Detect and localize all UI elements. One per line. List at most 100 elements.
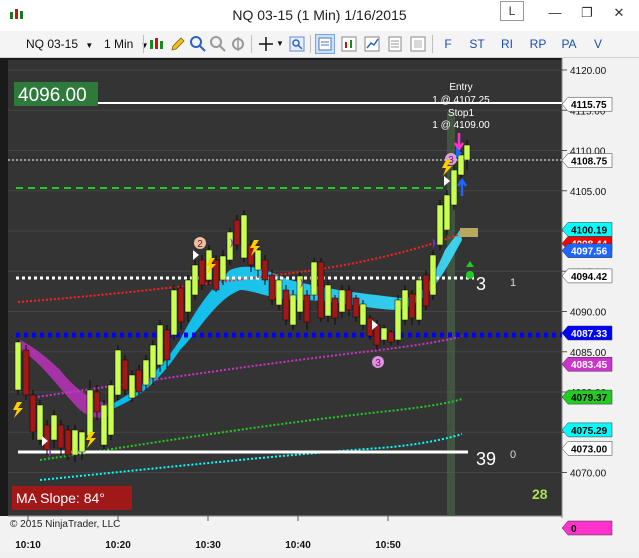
- crosshair-icon[interactable]: [257, 35, 275, 53]
- candle-body: [457, 154, 465, 176]
- candle-body: [380, 327, 388, 341]
- price-tag-label: 4083.45: [571, 360, 608, 371]
- price-chart-canvas[interactable]: 2 3 3 4096.00 Entry 1 @ 4107.25 Stop1 1 …: [0, 58, 639, 553]
- candle-body: [57, 424, 65, 449]
- candle-body: [142, 359, 150, 386]
- green-dot-icon: [466, 271, 474, 279]
- price-tag-label: 0: [571, 524, 577, 535]
- candle-body: [275, 279, 283, 306]
- candle-body: [149, 344, 157, 379]
- time-axis-label: 10:10: [15, 540, 41, 551]
- candle-body: [184, 279, 192, 313]
- time-axis-label: 10:40: [285, 540, 311, 551]
- toolbar-button-rp[interactable]: RP: [527, 34, 549, 54]
- price-tag-label: 4075.29: [571, 426, 608, 437]
- interval-selector[interactable]: 1 Min ▼: [104, 34, 149, 54]
- candle-body: [261, 259, 269, 281]
- bar-style-icon[interactable]: [148, 35, 166, 53]
- zoom-in-icon[interactable]: [189, 35, 207, 53]
- price-axis-label: 4070.00: [570, 469, 607, 480]
- properties-icon[interactable]: [386, 35, 404, 53]
- minimize-button[interactable]: —: [540, 2, 570, 24]
- toolbar-button-ri[interactable]: RI: [497, 34, 517, 54]
- candle-body: [170, 289, 178, 336]
- instrument-selector[interactable]: NQ 03-15 ▼: [26, 34, 93, 54]
- zoom-icon[interactable]: [288, 35, 306, 53]
- candle-body: [394, 299, 402, 341]
- price-axis-label: 4090.00: [570, 308, 607, 319]
- candle-body: [36, 404, 44, 441]
- time-axis-label: 10:50: [375, 540, 401, 551]
- price-tag-label: 4073.00: [571, 444, 608, 455]
- restore-button[interactable]: ❐: [572, 2, 602, 24]
- candle-body: [78, 431, 86, 453]
- candle-body: [268, 274, 276, 301]
- candle-body: [352, 297, 360, 318]
- price-tag-label: 4097.56: [571, 247, 608, 258]
- entry-label: Entry: [449, 82, 472, 93]
- candle-body: [50, 414, 58, 441]
- entry-detail: 1 @ 4107.25: [432, 95, 490, 106]
- toolbar-button-v[interactable]: V: [590, 34, 606, 54]
- candle-body: [359, 303, 367, 326]
- candle-body: [317, 261, 325, 319]
- candle-body: [408, 293, 416, 319]
- candle-body: [198, 259, 206, 286]
- candle-body: [303, 294, 311, 323]
- candle-body: [100, 404, 108, 446]
- count-label-39: 39: [476, 449, 496, 469]
- candle-body: [107, 384, 115, 436]
- toolbar-button-f[interactable]: F: [440, 34, 456, 54]
- candle-body: [429, 254, 437, 296]
- candle-body: [387, 331, 395, 343]
- strategies-icon[interactable]: [363, 35, 381, 53]
- candle-body: [254, 249, 262, 271]
- stop-detail: 1 @ 4109.00: [432, 120, 490, 131]
- global-crosshair-icon[interactable]: [229, 35, 247, 53]
- count-label-1: 1: [510, 277, 516, 289]
- chevron-down-icon[interactable]: ▼: [276, 34, 284, 54]
- toolbar-divider: [251, 35, 252, 53]
- candle-body: [324, 284, 332, 317]
- chart-trader-icon[interactable]: [409, 35, 427, 53]
- candle-body: [93, 391, 101, 413]
- price-axis-label: 4120.00: [570, 66, 607, 77]
- data-box-icon[interactable]: [315, 34, 335, 54]
- pencil-draw-icon[interactable]: [169, 35, 187, 53]
- candle-body: [156, 324, 164, 366]
- layout-button[interactable]: L: [500, 1, 524, 21]
- count-label-28: 28: [532, 486, 548, 502]
- candle-body: [436, 204, 444, 246]
- target-box-icon: [460, 228, 478, 237]
- zoom-out-icon[interactable]: [209, 35, 227, 53]
- price-tag-label: 4087.33: [571, 329, 608, 340]
- candle-body: [22, 349, 30, 396]
- candle-body: [282, 289, 290, 321]
- copyright-text: © 2015 NinjaTrader, LLC: [10, 519, 120, 530]
- close-button[interactable]: ✕: [604, 2, 634, 24]
- price-tag-label: 4115.75: [571, 100, 607, 111]
- candle-body: [64, 429, 72, 456]
- candle-body: [443, 194, 451, 231]
- price-tag-label: 4108.75: [571, 157, 608, 168]
- candle-body: [240, 214, 248, 259]
- chevron-down-icon: ▼: [85, 41, 94, 50]
- toolbar-divider: [143, 35, 144, 53]
- price-tag: [561, 520, 613, 536]
- price-chart[interactable]: 2 3 3 4096.00 Entry 1 @ 4107.25 Stop1 1 …: [0, 58, 639, 553]
- toolbar-button-st[interactable]: ST: [466, 34, 488, 54]
- candle-body: [233, 219, 241, 246]
- marker-2-label: 2: [197, 239, 203, 250]
- candle-body: [310, 261, 318, 296]
- indicators-icon[interactable]: [340, 35, 358, 53]
- candle-body: [463, 144, 471, 161]
- candle-body: [163, 329, 171, 361]
- candle-body: [450, 169, 458, 206]
- candle-body: [114, 349, 122, 396]
- price-tag-label: 4094.42: [571, 272, 608, 283]
- candle-body: [86, 389, 94, 437]
- stop-label: Stop1: [448, 108, 475, 119]
- count-label-3: 3: [476, 274, 486, 294]
- toolbar-button-pa[interactable]: PA: [558, 34, 580, 54]
- candle-body: [43, 424, 51, 451]
